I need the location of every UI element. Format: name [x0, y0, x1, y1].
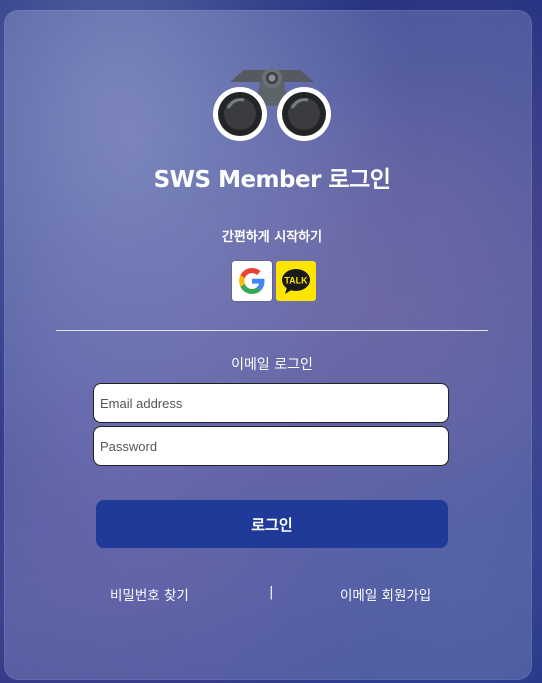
- link-separator: |: [269, 584, 274, 600]
- kakao-login-button[interactable]: TALK: [276, 261, 316, 301]
- email-signup-link[interactable]: 이메일 회원가입: [340, 584, 431, 604]
- find-password-link[interactable]: 비밀번호 찾기: [110, 584, 189, 604]
- divider: [56, 330, 488, 331]
- google-logo-icon: [239, 268, 265, 294]
- page-title: SWS Member 로그인: [153, 167, 391, 193]
- login-button[interactable]: 로그인: [96, 500, 448, 548]
- password-field[interactable]: [93, 426, 449, 466]
- login-card: SWS Member 로그인 간편하게 시작하기 TALK 이메일 로그인 로그…: [4, 10, 532, 680]
- google-login-button[interactable]: [232, 261, 272, 301]
- quick-start-label: 간편하게 시작하기: [221, 230, 323, 245]
- binoculars-logo-icon: [213, 68, 331, 141]
- email-field[interactable]: [93, 383, 449, 423]
- email-login-label: 이메일 로그인: [231, 357, 313, 373]
- kakao-talk-text: TALK: [284, 276, 308, 286]
- kakaotalk-logo-icon: TALK: [282, 269, 310, 294]
